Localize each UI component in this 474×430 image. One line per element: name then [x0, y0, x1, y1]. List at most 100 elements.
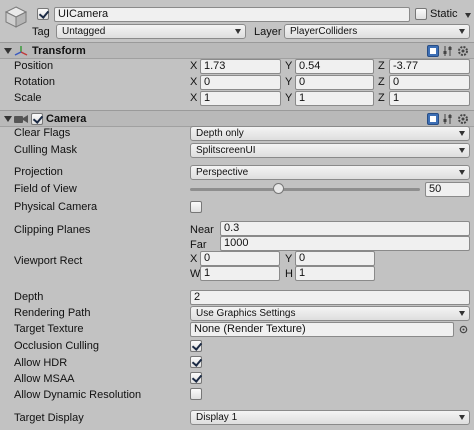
viewport-h-field[interactable]: 1 — [295, 266, 375, 281]
fov-slider-thumb[interactable] — [273, 183, 284, 194]
far-label: Far — [190, 239, 207, 251]
settings-gear-icon[interactable] — [457, 45, 469, 57]
rotation-x-field[interactable]: 0 — [200, 75, 281, 90]
position-x-field[interactable]: 1.73 — [200, 59, 281, 74]
viewport-x-label: X — [190, 253, 198, 265]
clipping-planes-label: Clipping Planes — [14, 224, 91, 236]
chevron-down-icon — [459, 29, 465, 34]
transform-header[interactable]: Transform — [0, 42, 474, 59]
help-book-icon[interactable] — [427, 45, 439, 57]
rendering-path-label: Rendering Path — [14, 307, 91, 319]
settings-gear-icon[interactable] — [457, 113, 469, 125]
allow-hdr-label: Allow HDR — [14, 357, 68, 369]
position-label: Position — [14, 60, 54, 72]
far-field[interactable]: 1000 — [220, 236, 470, 251]
object-picker-icon[interactable] — [459, 325, 468, 334]
physical-camera-checkbox[interactable] — [190, 201, 202, 213]
projection-label: Projection — [14, 166, 63, 178]
fov-slider[interactable] — [190, 181, 420, 197]
viewport-x-field[interactable]: 0 — [200, 251, 280, 266]
chevron-down-icon — [235, 29, 241, 34]
camera-enabled-checkbox[interactable] — [31, 113, 44, 125]
allow-msaa-label: Allow MSAA — [14, 373, 75, 385]
target-texture-label: Target Texture — [14, 323, 84, 335]
target-display-label: Target Display — [14, 412, 84, 424]
axis-y-label: Y — [285, 60, 293, 72]
layer-label: Layer — [254, 26, 282, 38]
checkmark-icon — [38, 8, 50, 19]
camera-header[interactable]: Camera — [0, 110, 474, 127]
fov-value-field[interactable]: 50 — [425, 182, 470, 197]
preset-sliders-icon[interactable] — [442, 113, 454, 125]
layer-value: PlayerColliders — [290, 26, 358, 37]
scale-label: Scale — [14, 92, 42, 104]
near-label: Near — [190, 224, 214, 236]
tag-dropdown[interactable]: Untagged — [56, 24, 246, 39]
axis-x-label: X — [190, 76, 198, 88]
occlusion-culling-checkbox[interactable] — [190, 340, 203, 352]
checkmark-icon — [32, 113, 44, 124]
gameobject-header: UICamera Static Tag Untagged Layer Playe… — [0, 0, 474, 42]
axis-z-label: Z — [378, 92, 385, 104]
rendering-path-dropdown[interactable]: Use Graphics Settings — [190, 306, 470, 321]
static-checkbox[interactable] — [415, 8, 427, 20]
chevron-down-icon — [459, 170, 465, 175]
clear-flags-label: Clear Flags — [14, 127, 71, 139]
fov-label: Field of View — [14, 183, 77, 195]
help-book-icon[interactable] — [427, 113, 439, 125]
fov-slider-track — [190, 188, 420, 191]
position-y-field[interactable]: 0.54 — [295, 59, 374, 74]
tag-label: Tag — [32, 26, 50, 38]
target-texture-field[interactable]: None (Render Texture) — [190, 322, 454, 337]
scale-x-field[interactable]: 1 — [200, 91, 281, 106]
clear-flags-value: Depth only — [196, 128, 244, 139]
projection-dropdown[interactable]: Perspective — [190, 165, 470, 180]
gameobject-active-checkbox[interactable] — [37, 8, 50, 20]
chevron-down-icon — [459, 148, 465, 153]
projection-value: Perspective — [196, 167, 249, 178]
allow-dynamic-resolution-label: Allow Dynamic Resolution — [14, 389, 142, 401]
allow-dynamic-resolution-checkbox[interactable] — [190, 388, 202, 400]
static-label: Static — [430, 8, 458, 20]
axis-z-label: Z — [378, 60, 385, 72]
target-display-dropdown[interactable]: Display 1 — [190, 410, 470, 425]
clear-flags-dropdown[interactable]: Depth only — [190, 126, 470, 141]
scale-y-field[interactable]: 1 — [295, 91, 374, 106]
allow-hdr-checkbox[interactable] — [190, 356, 203, 368]
viewport-h-label: H — [285, 268, 293, 280]
scale-z-field[interactable]: 1 — [389, 91, 470, 106]
rendering-path-value: Use Graphics Settings — [196, 308, 296, 319]
position-z-field[interactable]: -3.77 — [389, 59, 470, 74]
camera-title: Camera — [46, 113, 87, 125]
near-field[interactable]: 0.3 — [220, 221, 470, 236]
viewport-w-label: W — [190, 268, 201, 280]
culling-mask-value: SplitscreenUI — [196, 145, 256, 156]
foldout-arrow-icon[interactable] — [4, 116, 12, 122]
axis-z-label: Z — [378, 76, 385, 88]
static-dropdown-arrow-icon[interactable] — [465, 13, 471, 18]
layer-dropdown[interactable]: PlayerColliders — [284, 24, 470, 39]
foldout-arrow-icon[interactable] — [4, 48, 12, 54]
gameobject-name-field[interactable]: UICamera — [54, 7, 410, 22]
transform-axes-icon — [14, 46, 28, 56]
target-display-value: Display 1 — [196, 412, 238, 423]
rotation-y-field[interactable]: 0 — [295, 75, 374, 90]
occlusion-culling-label: Occlusion Culling — [14, 340, 99, 352]
culling-mask-dropdown[interactable]: SplitscreenUI — [190, 143, 470, 158]
rotation-z-field[interactable]: 0 — [389, 75, 470, 90]
viewport-rect-label: Viewport Rect — [14, 255, 83, 267]
rotation-label: Rotation — [14, 76, 55, 88]
culling-mask-label: Culling Mask — [14, 144, 77, 156]
depth-label: Depth — [14, 291, 44, 303]
viewport-y-field[interactable]: 0 — [295, 251, 375, 266]
viewport-y-label: Y — [285, 253, 293, 265]
depth-field[interactable]: 2 — [190, 290, 470, 305]
checkmark-icon — [191, 356, 203, 367]
allow-msaa-checkbox[interactable] — [190, 372, 203, 384]
axis-x-label: X — [190, 60, 198, 72]
axis-y-label: Y — [285, 76, 293, 88]
chevron-down-icon — [459, 415, 465, 420]
preset-sliders-icon[interactable] — [442, 45, 454, 57]
gameobject-cube-icon — [4, 6, 28, 28]
viewport-w-field[interactable]: 1 — [200, 266, 280, 281]
